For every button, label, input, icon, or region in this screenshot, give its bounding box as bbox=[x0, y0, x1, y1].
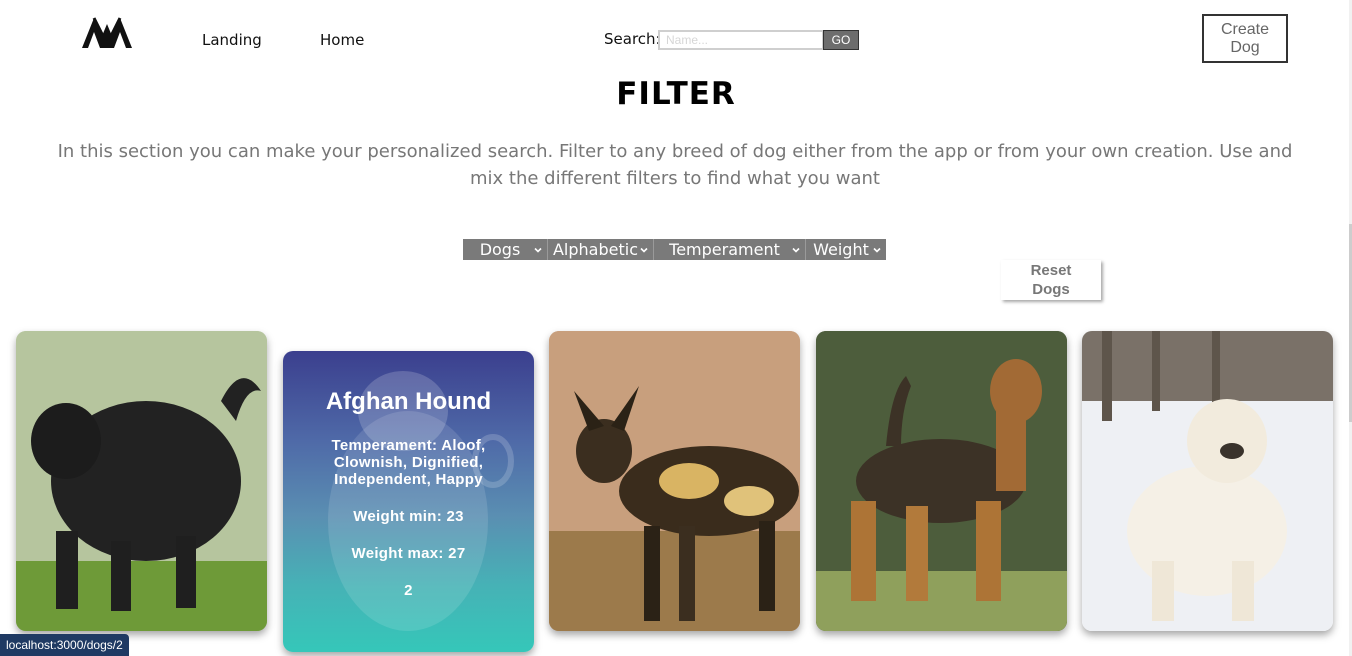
filter-dogs-label: Dogs bbox=[479, 240, 521, 259]
chevron-down-icon bbox=[640, 247, 648, 253]
filter-weight-label: Weight bbox=[813, 240, 869, 259]
dog-photo-image bbox=[549, 331, 800, 631]
filter-temperament-label: Temperament bbox=[669, 240, 780, 259]
dog-card-hovered[interactable]: Afghan Hound Temperament: Aloof, Clownis… bbox=[283, 351, 534, 652]
filter-bar: Dogs Alphabetic Temperament Weight bbox=[463, 239, 886, 260]
dog-photo-image bbox=[816, 331, 1067, 631]
search-input[interactable] bbox=[658, 30, 824, 50]
create-dog-button[interactable]: Create Dog bbox=[1202, 14, 1288, 63]
dog-card[interactable] bbox=[549, 331, 800, 631]
breed-temperament: Temperament: Aloof, Clownish, Dignified,… bbox=[331, 437, 486, 488]
breed-weight-max: Weight max: 27 bbox=[351, 545, 466, 562]
dog-photo-image bbox=[16, 331, 267, 631]
nav-landing-link[interactable]: Landing bbox=[202, 31, 262, 49]
intro-text: In this section you can make your person… bbox=[57, 141, 1293, 189]
search-go-button[interactable]: GO bbox=[823, 30, 859, 50]
filter-weight-select[interactable]: Weight bbox=[806, 239, 886, 260]
breed-weight-min: Weight min: 23 bbox=[353, 508, 464, 525]
filter-temperament-select[interactable]: Temperament bbox=[654, 239, 806, 260]
filter-dogs-select[interactable]: Dogs bbox=[463, 239, 548, 260]
dog-photo-image bbox=[1082, 331, 1333, 631]
page-title: FILTER bbox=[616, 76, 736, 112]
dog-card[interactable] bbox=[816, 331, 1067, 631]
breed-id: 2 bbox=[404, 582, 413, 599]
filter-alphabetic-select[interactable]: Alphabetic bbox=[548, 239, 654, 260]
logo-icon[interactable] bbox=[80, 14, 134, 50]
card-details: Afghan Hound Temperament: Aloof, Clownis… bbox=[283, 387, 534, 599]
breed-name: Afghan Hound bbox=[325, 388, 492, 415]
chevron-down-icon bbox=[873, 247, 881, 253]
filter-alphabetic-label: Alphabetic bbox=[552, 240, 638, 259]
reset-dogs-button[interactable]: Reset Dogs bbox=[1001, 260, 1101, 300]
dog-card[interactable] bbox=[16, 331, 267, 631]
chevron-down-icon bbox=[534, 247, 542, 253]
nav-home-link[interactable]: Home bbox=[320, 31, 364, 49]
dog-card[interactable] bbox=[1082, 331, 1333, 631]
chevron-down-icon bbox=[792, 247, 800, 253]
status-bar-url: localhost:3000/dogs/2 bbox=[0, 634, 129, 656]
search-label: Search: bbox=[604, 30, 661, 48]
